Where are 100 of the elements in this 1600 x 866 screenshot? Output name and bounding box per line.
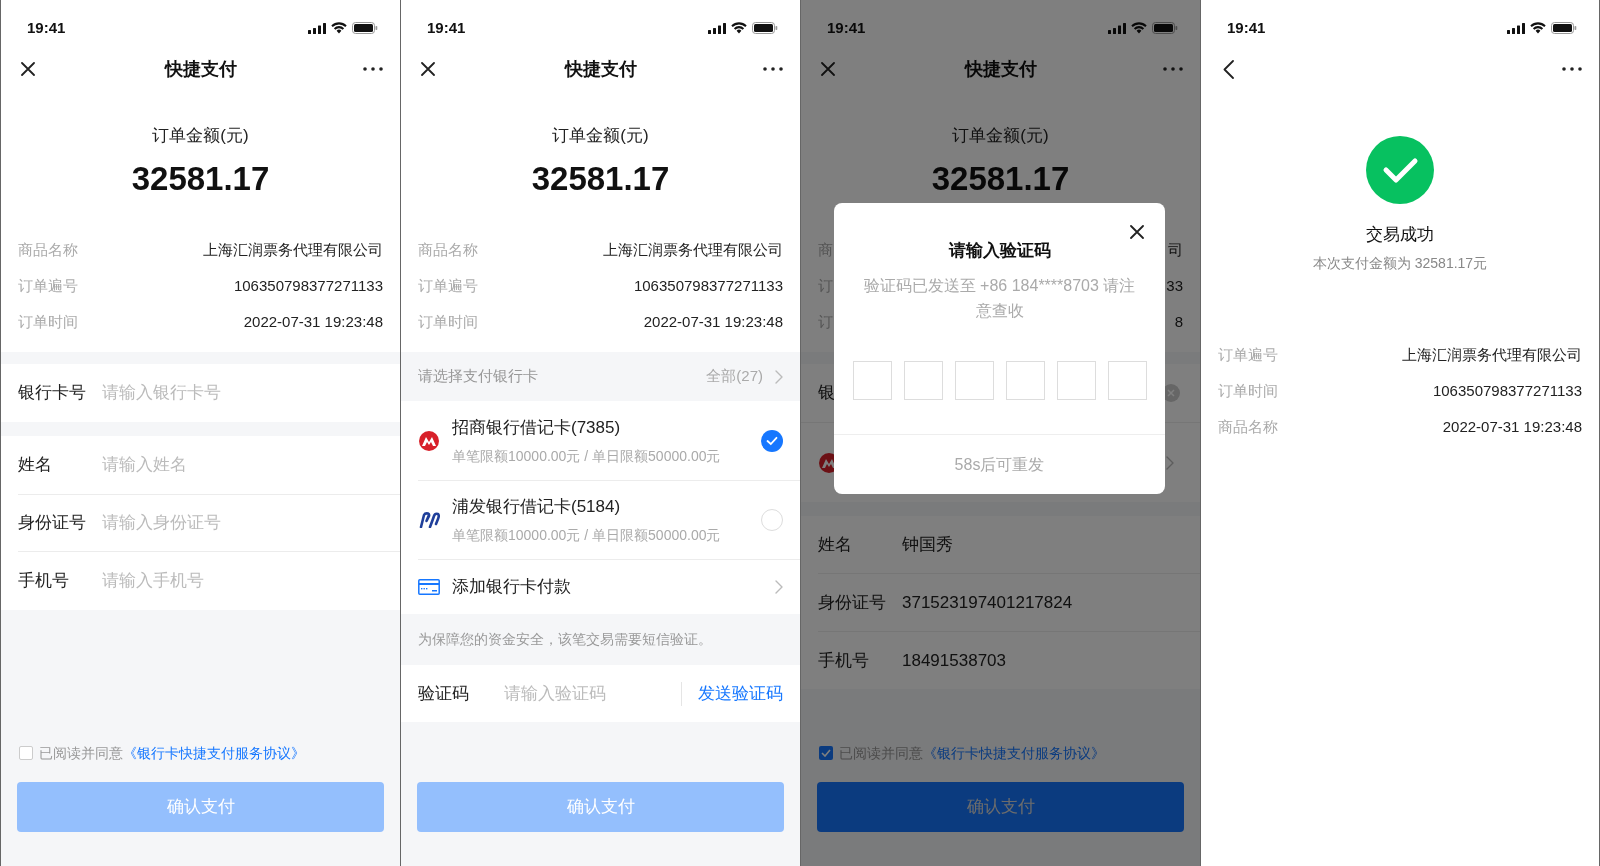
- add-card-row[interactable]: 添加银行卡付款: [418, 559, 800, 614]
- input-field[interactable]: 371523197401217824: [902, 574, 1200, 631]
- detail-value: 上海汇润票务代理有限公司: [203, 239, 383, 260]
- close-button[interactable]: [1127, 222, 1147, 242]
- amount-label: 订单金额(元): [152, 125, 249, 147]
- card-limits: 单笔限额10000.00元 / 单日限额50000.00元: [452, 446, 722, 466]
- detail-label: 商品名称: [418, 239, 478, 260]
- detail-label: 订单遍号: [1218, 344, 1278, 365]
- detail-label: 订单遍号: [418, 275, 478, 296]
- status-time: 19:41: [427, 17, 466, 38]
- page-title: 快捷支付: [164, 57, 237, 81]
- detail-value: 2022-07-31 19:23:48: [1442, 416, 1582, 437]
- resend-countdown: 58s后可重发: [954, 454, 1045, 475]
- chevron-icon: [1166, 455, 1174, 470]
- detail-value: 8: [1174, 311, 1183, 332]
- agreement-checkbox[interactable]: [819, 746, 833, 760]
- battery-icon: [1551, 22, 1577, 34]
- detail-value: 33: [1166, 275, 1183, 296]
- dialog-title: 请输入验证码: [948, 240, 1051, 262]
- page-title: 快捷支付: [564, 57, 637, 81]
- agreement-text: 已阅读并同意《银行卡快捷支付服务协议》: [39, 743, 305, 763]
- check-icon: [821, 749, 831, 757]
- input-field[interactable]: 请输入姓名: [102, 436, 400, 494]
- field-label: 验证码: [401, 665, 504, 722]
- bank-logo-icon: [418, 512, 440, 528]
- section-title: 请选择支付银行卡: [418, 366, 538, 387]
- detail-value: 上海汇润票务代理有限公司: [603, 239, 783, 260]
- more-icon: [1562, 67, 1582, 71]
- page-title: 快捷支付: [964, 57, 1037, 81]
- detail-value: 2022-07-31 19:23:48: [243, 311, 383, 332]
- add-card-label[interactable]: 添加银行卡付款: [452, 574, 775, 600]
- result-title: 交易成功: [1366, 224, 1434, 246]
- signal-icon: [308, 22, 326, 34]
- more-icon: [763, 67, 783, 71]
- success-check-icon: [1366, 136, 1434, 204]
- agreement-link[interactable]: 《银行卡快捷支付服务协议》: [123, 744, 305, 761]
- card-name: 浦发银行借记卡(5184): [452, 496, 622, 518]
- input-field[interactable]: 请输入银行卡号: [102, 364, 400, 422]
- close-icon: [821, 62, 835, 76]
- result-subtitle: 本次支付金额为 32581.17元: [1312, 254, 1488, 273]
- close-button[interactable]: [418, 59, 438, 79]
- signal-icon: [1507, 22, 1525, 34]
- chevron-icon: [775, 580, 783, 594]
- field-label: 银: [818, 382, 835, 405]
- more-icon: [363, 67, 383, 71]
- detail-value: 司: [1168, 239, 1183, 260]
- status-time: 19:41: [827, 17, 866, 38]
- battery-icon: [1152, 22, 1178, 34]
- check-icon: [766, 435, 778, 446]
- wifi-icon: [331, 22, 347, 34]
- input-field[interactable]: 请输入身份证号: [102, 495, 400, 551]
- amount-label: 订单金额(元): [952, 125, 1049, 147]
- input-field[interactable]: 请输入验证码: [504, 665, 681, 722]
- more-icon: [1163, 67, 1183, 71]
- agreement-checkbox[interactable]: [19, 746, 33, 760]
- wifi-icon: [1530, 22, 1546, 34]
- input-field[interactable]: 18491538703: [902, 632, 1200, 689]
- detail-value: 上海汇润票务代理有限公司: [1402, 344, 1582, 365]
- close-icon: [1130, 225, 1144, 239]
- field-label: 姓名: [801, 516, 902, 573]
- wifi-icon: [731, 22, 747, 34]
- close-icon: [21, 62, 35, 76]
- signal-icon: [708, 22, 726, 34]
- bank-logo-icon: [418, 429, 440, 452]
- radio-button[interactable]: [761, 429, 783, 452]
- all-cards-link[interactable]: 全部(27): [706, 365, 783, 388]
- card-limits: 单笔限额10000.00元 / 单日限额50000.00元: [452, 526, 722, 545]
- field-label: 手机号: [1, 552, 102, 610]
- amount-value: 32581.17: [531, 159, 670, 199]
- bank-card-icon: [418, 579, 440, 595]
- security-notice: 为保障您的资金安全，该笔交易需要短信验证。: [418, 630, 712, 649]
- battery-icon: [352, 22, 378, 34]
- amount-value: 32581.17: [131, 159, 270, 199]
- field-label: 银行卡号: [1, 364, 102, 422]
- detail-label: 商品名称: [1218, 416, 1278, 437]
- amount-label: 订单金额(元): [552, 125, 649, 147]
- close-button[interactable]: [18, 59, 38, 79]
- detail-label: 订单时间: [1218, 380, 1278, 401]
- detail-label: 订单时间: [18, 311, 78, 332]
- detail-value: 106350798377271133: [233, 275, 383, 296]
- detail-value: 106350798377271133: [633, 275, 783, 296]
- amount-value: 32581.17: [931, 159, 1070, 199]
- input-field[interactable]: 钟国秀: [902, 516, 1200, 573]
- send-code-link[interactable]: 发送验证码: [698, 665, 800, 722]
- detail-value: 2022-07-31 19:23:48: [643, 311, 783, 332]
- field-label: 手机号: [801, 632, 902, 689]
- status-time: 19:41: [27, 17, 66, 38]
- chevron-icon: [775, 369, 783, 384]
- detail-label: 订单遍号: [18, 275, 78, 296]
- battery-icon: [752, 22, 778, 34]
- signal-icon: [1108, 22, 1126, 34]
- back-icon: [1222, 59, 1234, 79]
- dialog-message: 验证码已发送至 +86 184****8703 请注意查收: [862, 276, 1137, 321]
- wifi-icon: [1131, 22, 1147, 34]
- detail-value: 106350798377271133: [1432, 380, 1582, 401]
- card-name: 招商银行借记卡(7385): [452, 416, 622, 439]
- field-label: 姓名: [1, 436, 102, 494]
- input-field[interactable]: 请输入手机号: [102, 552, 400, 610]
- field-label: 身份证号: [1, 495, 102, 551]
- agreement-link[interactable]: 《银行卡快捷支付服务协议》: [923, 744, 1105, 761]
